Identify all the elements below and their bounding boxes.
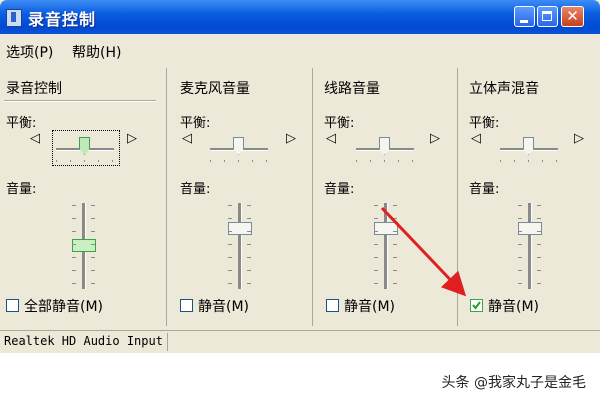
annotation-arrow: [380, 206, 467, 297]
watermark: 头条 @我家丸子是金毛: [441, 375, 586, 391]
